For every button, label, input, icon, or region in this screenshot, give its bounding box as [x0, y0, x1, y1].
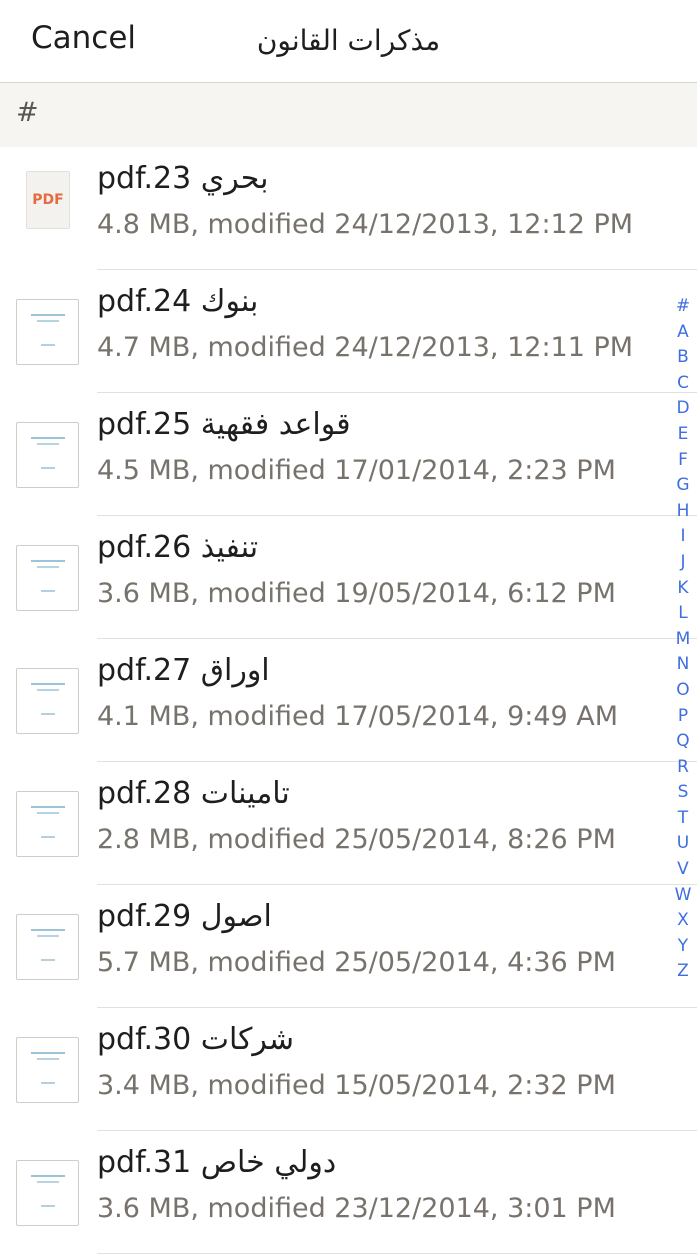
cancel-button[interactable]: Cancel [31, 20, 136, 56]
file-row[interactable]: pdf.31 دولي خاص 3.6 MB, modified 23/12/2… [0, 1131, 697, 1254]
file-meta: 4.7 MB, modified 24/12/2013, 12:11 PM [97, 332, 634, 363]
index-letter[interactable]: P [669, 704, 697, 730]
navigation-bar: Cancel مذكرات القانون [0, 0, 697, 83]
file-name: pdf.23 بحري [97, 161, 269, 196]
index-letter[interactable]: B [669, 345, 697, 371]
index-letter[interactable]: J [669, 550, 697, 576]
index-letter[interactable]: V [669, 857, 697, 883]
file-meta: 4.8 MB, modified 24/12/2013, 12:12 PM [97, 209, 634, 240]
file-row[interactable]: pdf.30 شركات 3.4 MB, modified 15/05/2014… [0, 1008, 697, 1131]
index-letter[interactable]: C [669, 371, 697, 397]
index-letter[interactable]: Z [669, 959, 697, 985]
index-letter[interactable]: M [669, 627, 697, 653]
file-meta: 4.1 MB, modified 17/05/2014, 9:49 AM [97, 701, 619, 732]
index-letter[interactable]: D [669, 396, 697, 422]
index-letter[interactable]: K [669, 576, 697, 602]
file-row[interactable]: pdf.24 بنوك 4.7 MB, modified 24/12/2013,… [0, 270, 697, 393]
index-letter[interactable]: W [669, 883, 697, 909]
index-letter[interactable]: L [669, 601, 697, 627]
file-list: PDF pdf.23 بحري 4.8 MB, modified 24/12/2… [0, 147, 697, 1254]
file-name: pdf.31 دولي خاص [97, 1145, 337, 1180]
section-index[interactable]: # A B C D E F G H I J K L M N O P Q R S … [669, 294, 697, 985]
document-thumbnail-icon [16, 299, 79, 365]
index-letter[interactable]: H [669, 499, 697, 525]
index-letter[interactable]: I [669, 524, 697, 550]
file-row[interactable]: pdf.29 اصول 5.7 MB, modified 25/05/2014,… [0, 885, 697, 1008]
document-thumbnail-icon [16, 545, 79, 611]
index-letter[interactable]: O [669, 678, 697, 704]
document-thumbnail-icon [16, 422, 79, 488]
document-thumbnail-icon [16, 1160, 79, 1226]
pdf-file-icon: PDF [26, 171, 70, 229]
index-letter[interactable]: X [669, 908, 697, 934]
document-thumbnail-icon [16, 914, 79, 980]
index-letter[interactable]: R [669, 755, 697, 781]
file-meta: 3.4 MB, modified 15/05/2014, 2:32 PM [97, 1070, 616, 1101]
document-thumbnail-icon [16, 1037, 79, 1103]
file-meta: 4.5 MB, modified 17/01/2014, 2:23 PM [97, 455, 616, 486]
file-row[interactable]: pdf.28 تامينات 2.8 MB, modified 25/05/20… [0, 762, 697, 885]
file-name: pdf.27 اوراق [97, 653, 270, 688]
file-meta: 3.6 MB, modified 19/05/2014, 6:12 PM [97, 578, 616, 609]
file-row[interactable]: pdf.26 تنفيذ 3.6 MB, modified 19/05/2014… [0, 516, 697, 639]
file-row[interactable]: pdf.25 قواعد فقهية 4.5 MB, modified 17/0… [0, 393, 697, 516]
file-name: pdf.29 اصول [97, 899, 272, 934]
section-header: # [0, 83, 697, 147]
index-letter[interactable]: G [669, 473, 697, 499]
file-meta: 5.7 MB, modified 25/05/2014, 4:36 PM [97, 947, 616, 978]
file-name: pdf.28 تامينات [97, 776, 290, 811]
file-name: pdf.25 قواعد فقهية [97, 407, 351, 442]
file-meta: 2.8 MB, modified 25/05/2014, 8:26 PM [97, 824, 616, 855]
page-title: مذكرات القانون [256, 24, 441, 57]
index-letter[interactable]: U [669, 831, 697, 857]
document-thumbnail-icon [16, 791, 79, 857]
file-name: pdf.26 تنفيذ [97, 530, 259, 565]
file-row[interactable]: PDF pdf.23 بحري 4.8 MB, modified 24/12/2… [0, 147, 697, 270]
file-meta: 3.6 MB, modified 23/12/2014, 3:01 PM [97, 1193, 616, 1224]
document-thumbnail-icon [16, 668, 79, 734]
file-row[interactable]: pdf.27 اوراق 4.1 MB, modified 17/05/2014… [0, 639, 697, 762]
index-letter[interactable]: # [669, 294, 697, 320]
index-letter[interactable]: Q [669, 729, 697, 755]
index-letter[interactable]: E [669, 422, 697, 448]
file-name: pdf.30 شركات [97, 1022, 295, 1057]
file-name: pdf.24 بنوك [97, 284, 259, 319]
section-header-label: # [16, 97, 39, 128]
index-letter[interactable]: S [669, 780, 697, 806]
index-letter[interactable]: T [669, 806, 697, 832]
index-letter[interactable]: Y [669, 934, 697, 960]
index-letter[interactable]: A [669, 320, 697, 346]
index-letter[interactable]: N [669, 652, 697, 678]
index-letter[interactable]: F [669, 448, 697, 474]
